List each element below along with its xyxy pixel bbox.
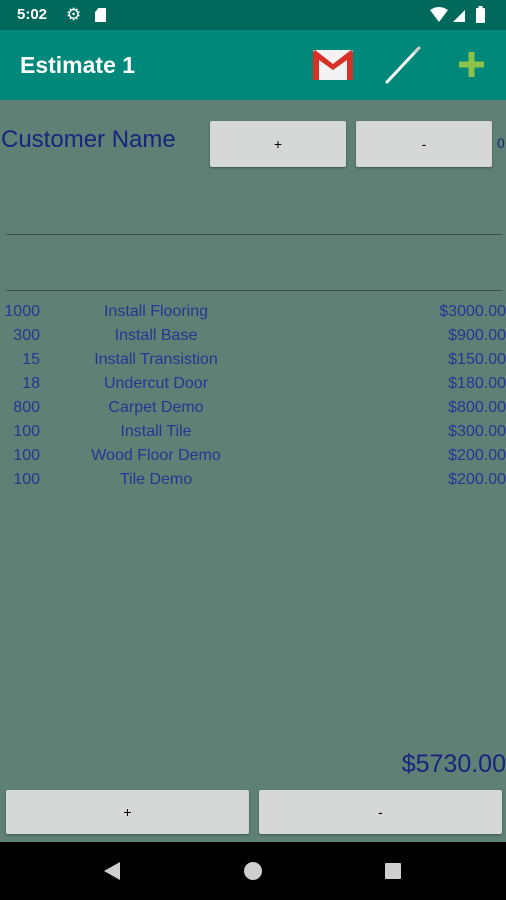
list-item[interactable]: 18 Undercut Door $180.00 [0, 374, 506, 398]
remove-item-button[interactable]: - [259, 790, 502, 834]
status-icons [430, 6, 485, 23]
customer-name-label: Customer Name [1, 126, 176, 153]
app-bar: Estimate 1 [0, 30, 506, 100]
item-price: $3000.00 [439, 303, 506, 320]
item-price: $150.00 [448, 351, 506, 368]
navigation-bar [0, 842, 506, 900]
back-icon[interactable] [102, 861, 122, 881]
gmail-icon[interactable] [312, 48, 354, 82]
customer-remove-button[interactable]: - [356, 121, 492, 167]
pencil-icon[interactable] [383, 44, 423, 86]
list-item[interactable]: 300 Install Base $900.00 [0, 326, 506, 350]
item-description: Carpet Demo [108, 399, 204, 416]
list-item[interactable]: 1000 Install Flooring $3000.00 [0, 302, 506, 326]
status-bar: 5:02 ⚙ [0, 0, 506, 30]
list-item[interactable]: 100 Tile Demo $200.00 [0, 470, 506, 494]
divider [6, 234, 502, 235]
item-quantity: 1000 [4, 303, 40, 320]
item-quantity: 100 [13, 447, 40, 464]
item-price: $900.00 [448, 327, 506, 344]
list-item[interactable]: 100 Wood Floor Demo $200.00 [0, 446, 506, 470]
item-description: Tile Demo [119, 471, 193, 488]
item-price: $180.00 [448, 375, 506, 392]
item-quantity: 100 [13, 471, 40, 488]
item-description: Install Flooring [103, 303, 209, 320]
item-quantity: 100 [13, 423, 40, 440]
item-description: Undercut Door [103, 375, 209, 392]
divider [6, 290, 502, 291]
signal-icon [453, 10, 465, 22]
add-icon[interactable] [458, 51, 485, 78]
wifi-icon [430, 7, 448, 22]
item-description: Install Base [114, 327, 198, 344]
item-price: $200.00 [448, 471, 506, 488]
app-title: Estimate 1 [20, 52, 136, 78]
recents-icon[interactable] [385, 863, 401, 879]
item-description: Wood Floor Demo [91, 447, 221, 464]
list-item[interactable]: 15 Install Transistion $150.00 [0, 350, 506, 374]
customer-add-button[interactable]: + [210, 121, 346, 167]
item-description: Install Tile [120, 423, 192, 440]
item-price: $800.00 [448, 399, 506, 416]
sd-card-icon [95, 8, 106, 22]
item-price: $300.00 [448, 423, 506, 440]
line-items-list: 1000 Install Flooring $3000.00 300 Insta… [0, 302, 506, 494]
add-item-button[interactable]: + [6, 790, 249, 834]
item-quantity: 15 [22, 351, 40, 368]
battery-icon [476, 8, 485, 23]
item-description: Install Transistion [94, 351, 218, 368]
item-price: $200.00 [448, 447, 506, 464]
list-item[interactable]: 100 Install Tile $300.00 [0, 422, 506, 446]
item-quantity: 18 [22, 375, 40, 392]
item-quantity: 800 [13, 399, 40, 416]
item-quantity: 300 [13, 327, 40, 344]
settings-gear-icon: ⚙ [66, 5, 82, 25]
status-time: 5:02 [17, 6, 48, 23]
estimate-total: $5730.00 [401, 750, 506, 778]
customer-side-value: 0 [497, 135, 505, 151]
home-icon[interactable] [244, 862, 262, 880]
list-item[interactable]: 800 Carpet Demo $800.00 [0, 398, 506, 422]
